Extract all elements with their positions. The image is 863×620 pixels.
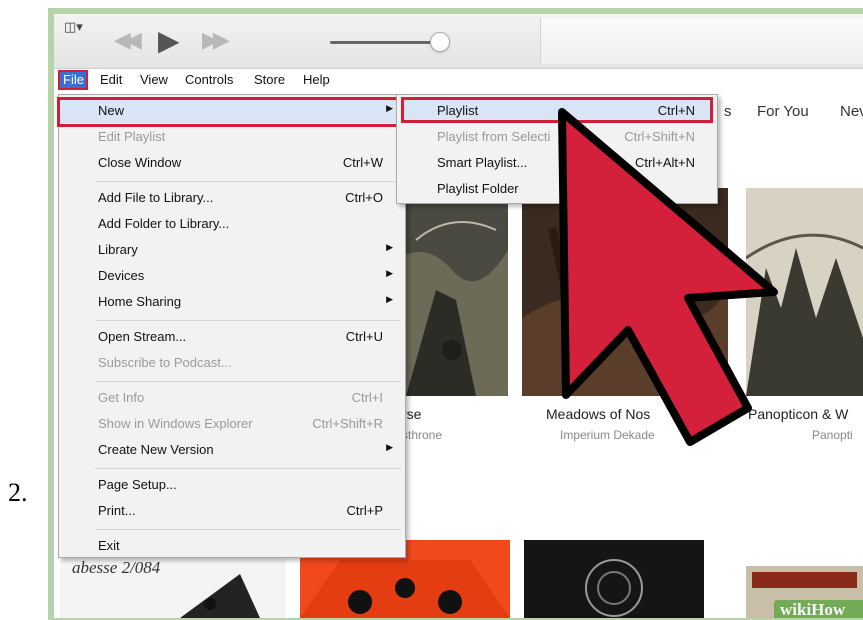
toolbar: ◫▾ ◀◀ ▶ ▶▶ <box>54 14 863 69</box>
submenu-arrow-icon: ▶ <box>386 268 393 278</box>
menu-item-shortcut: Ctrl+U <box>345 329 383 344</box>
menu-item-label: Create New Version <box>98 442 214 457</box>
menu-item-shortcut: Ctrl+I <box>351 390 383 405</box>
menu-item-label: New <box>98 103 125 118</box>
menu-item-label: Show in Windows Explorer <box>98 416 253 431</box>
menu-store[interactable]: Store <box>254 72 285 87</box>
next-track-icon[interactable]: ▶▶ <box>202 28 230 53</box>
menu-item-label: Close Window <box>98 155 182 170</box>
tab-partial[interactable]: s <box>724 103 732 120</box>
tab-next[interactable]: Nev <box>840 103 863 120</box>
album-artist-1[interactable]: sthrone <box>402 428 442 442</box>
file-menu-item-get-info[interactable]: Get Info Ctrl+I <box>59 386 405 410</box>
menu-help[interactable]: Help <box>303 72 330 87</box>
album-artist-2[interactable]: Imperium Dekade <box>560 428 655 442</box>
file-menu-item-new[interactable]: New ▶ <box>57 97 405 127</box>
submenu-arrow-icon: ▶ <box>386 294 393 304</box>
menu-item-label: Print... <box>98 503 136 518</box>
submenu-arrow-icon: ▶ <box>386 442 393 452</box>
menu-item-label: Home Sharing <box>98 294 182 309</box>
menu-file[interactable]: File <box>63 72 84 87</box>
file-menu-item-add-file-to-library[interactable]: Add File to Library... Ctrl+O <box>59 186 405 210</box>
new-submenu-item-playlist-from-selecti[interactable]: Playlist from Selecti Ctrl+Shift+N <box>397 125 717 149</box>
new-submenu-item-playlist-folder[interactable]: Playlist Folder <box>397 177 717 201</box>
new-submenu-item-playlist[interactable]: Playlist Ctrl+N <box>397 97 717 123</box>
status-display <box>540 18 863 64</box>
submenu-item-label: Playlist <box>437 103 479 118</box>
menu-view[interactable]: View <box>140 72 168 87</box>
album-artist-3[interactable]: Panopti <box>812 428 853 442</box>
menu-item-label: Library <box>98 242 138 257</box>
volume-knob[interactable] <box>430 32 450 52</box>
menu-item-label: Devices <box>98 268 145 283</box>
album-title-2[interactable]: Meadows of Nos <box>546 406 650 422</box>
submenu-item-shortcut: Ctrl+Alt+N <box>635 155 695 170</box>
album-cover-3[interactable] <box>746 188 863 396</box>
file-menu-item-edit-playlist[interactable]: Edit Playlist <box>59 125 405 149</box>
menu-controls[interactable]: Controls <box>185 72 233 87</box>
menu-item-shortcut: Ctrl+W <box>342 155 383 170</box>
menu-separator <box>95 468 401 469</box>
file-menu-item-exit[interactable]: Exit <box>59 534 405 558</box>
new-submenu: Playlist Ctrl+N Playlist from Selecti Ctrl+… <box>396 94 718 204</box>
menu-item-label: Page Setup... <box>98 477 177 492</box>
window-menu-icon[interactable]: ◫▾ <box>64 20 83 35</box>
file-menu-item-show-in-windows-explorer[interactable]: Show in Windows Explorer Ctrl+Shift+R <box>59 412 405 436</box>
cover-handwriting: abesse 2/084 <box>72 558 161 577</box>
new-submenu-item-smart-playlist[interactable]: Smart Playlist... Ctrl+Alt+N <box>397 151 717 175</box>
menu-item-shortcut: Ctrl+O <box>345 190 383 205</box>
file-menu-item-open-stream[interactable]: Open Stream... Ctrl+U <box>59 325 405 349</box>
menu-item-label: Open Stream... <box>98 329 187 344</box>
menu-item-label: Exit <box>98 538 120 553</box>
submenu-arrow-icon: ▶ <box>386 242 393 252</box>
menu-item-label: Add File to Library... <box>98 190 214 205</box>
submenu-item-shortcut: Ctrl+Shift+N <box>624 129 695 144</box>
menu-separator <box>95 529 401 530</box>
album-cover-6[interactable] <box>524 540 704 618</box>
file-menu-item-library[interactable]: Library ▶ <box>59 238 405 262</box>
menu-item-label: Add Folder to Library... <box>98 216 230 231</box>
play-icon[interactable]: ▶ <box>158 24 180 57</box>
previous-track-icon[interactable]: ◀◀ <box>114 28 142 53</box>
menu-edit[interactable]: Edit <box>100 72 122 87</box>
menu-item-label: Edit Playlist <box>98 129 166 144</box>
album-cover-1[interactable] <box>396 200 508 396</box>
submenu-item-label: Playlist from Selecti <box>437 129 551 144</box>
step-number: 2. <box>8 478 28 507</box>
file-menu-item-home-sharing[interactable]: Home Sharing ▶ <box>59 290 405 314</box>
file-menu-item-devices[interactable]: Devices ▶ <box>59 264 405 288</box>
album-title-3[interactable]: Panopticon & W <box>748 406 848 422</box>
submenu-item-label: Playlist Folder <box>437 181 519 196</box>
menu-separator <box>95 181 401 182</box>
file-menu-item-page-setup[interactable]: Page Setup... <box>59 473 405 497</box>
file-menu-item-add-folder-to-library[interactable]: Add Folder to Library... <box>59 212 405 236</box>
wikihow-watermark: wikiHow <box>774 600 863 618</box>
file-menu-item-print[interactable]: Print... Ctrl+P <box>59 499 405 523</box>
tab-for-you[interactable]: For You <box>757 103 809 120</box>
volume-slider[interactable] <box>330 41 434 44</box>
menu-item-label: Get Info <box>98 390 145 405</box>
file-menu-item-close-window[interactable]: Close Window Ctrl+W <box>59 151 405 175</box>
menu-bar: File Edit View Controls Store Help <box>54 70 863 92</box>
submenu-arrow-icon: ▶ <box>386 103 393 113</box>
file-menu-dropdown: New ▶ Edit Playlist Close Window Ctrl+W Add F… <box>57 94 406 558</box>
submenu-item-shortcut: Ctrl+N <box>657 103 695 118</box>
file-menu-item-subscribe-to-podcast[interactable]: Subscribe to Podcast... <box>59 351 405 375</box>
menu-item-shortcut: Ctrl+Shift+R <box>312 416 383 431</box>
menu-separator <box>95 320 401 321</box>
menu-separator <box>95 381 401 382</box>
submenu-item-label: Smart Playlist... <box>437 155 528 170</box>
menu-item-shortcut: Ctrl+P <box>346 503 383 518</box>
album-cover-2[interactable] <box>522 188 728 396</box>
itunes-window: ◫▾ ◀◀ ▶ ▶▶ File Edit View Controls Store… <box>54 14 863 618</box>
file-menu-item-create-new-version[interactable]: Create New Version ▶ <box>59 438 405 462</box>
menu-item-label: Subscribe to Podcast... <box>98 355 232 370</box>
